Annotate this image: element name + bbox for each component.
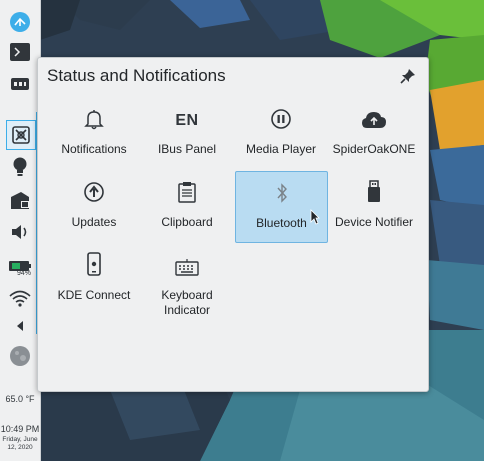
tray-icon[interactable]: [6, 70, 34, 98]
clock-date[interactable]: Friday, June 12, 2020: [0, 436, 40, 452]
tray-item-spideroakone[interactable]: SpiderOakONE: [328, 98, 420, 170]
bell-icon: [48, 104, 140, 130]
temperature: 65.0 °F: [5, 394, 35, 404]
clipboard-icon: [141, 177, 233, 203]
tray-item-keyboard-indicator[interactable]: Keyboard Indicator: [141, 244, 233, 317]
clock-time[interactable]: 10:49 PM: [0, 424, 40, 434]
mouse-cursor-icon: [310, 209, 320, 230]
collapse-arrow-icon[interactable]: [6, 312, 34, 340]
tray-item-notifications[interactable]: Notifications: [48, 98, 140, 170]
tray-item-label: Clipboard: [161, 215, 213, 229]
kde-connect-launcher-icon[interactable]: [6, 8, 34, 36]
keyboard-icon: [141, 250, 233, 276]
lightbulb-icon[interactable]: [6, 153, 34, 181]
tray-item-clipboard[interactable]: Clipboard: [141, 171, 233, 243]
popup-title: Status and Notifications: [47, 66, 226, 85]
tray-item-label: Device Notifier: [334, 215, 414, 229]
left-panel: 94% 65.0 °F 10:49 PM Friday, June 12, 20…: [0, 0, 41, 461]
pause-circle-icon: [235, 104, 327, 130]
tray-item-updates[interactable]: Updates: [48, 171, 140, 243]
bluetooth-icon: [236, 178, 327, 204]
terminal-icon[interactable]: [6, 38, 34, 66]
cloud-upload-icon: [328, 104, 420, 130]
tray-item-label: Updates: [71, 215, 117, 229]
pin-icon[interactable]: [400, 68, 416, 84]
usb-drive-icon: [328, 177, 420, 203]
status-notifications-icon[interactable]: [6, 120, 36, 150]
tray-item-ibus-panel[interactable]: EN IBus Panel: [141, 98, 233, 170]
tray-item-kde-connect[interactable]: KDE Connect: [48, 244, 140, 316]
tray-item-label: SpiderOakONE: [332, 142, 416, 156]
tray-item-media-player[interactable]: Media Player: [235, 98, 327, 170]
tray-item-label: IBus Panel: [157, 142, 217, 156]
phone-icon: [48, 250, 140, 276]
tray-item-device-notifier[interactable]: Device Notifier: [328, 171, 420, 243]
tray-item-label: Keyboard Indicator: [161, 288, 213, 317]
tray-item-bluetooth[interactable]: Bluetooth: [235, 171, 328, 243]
tray-item-label: Notifications: [61, 142, 127, 156]
lock-icon[interactable]: [6, 186, 34, 214]
tray-item-label: KDE Connect: [57, 288, 131, 302]
update-arrow-icon: [48, 177, 140, 203]
weather-icon[interactable]: [6, 342, 34, 370]
wifi-icon[interactable]: [6, 284, 34, 312]
status-notifications-popup: Status and Notifications Notifications E…: [37, 57, 429, 392]
en-text-icon: EN: [175, 112, 199, 129]
volume-icon[interactable]: [6, 218, 34, 246]
tray-item-label: Media Player: [245, 142, 317, 156]
